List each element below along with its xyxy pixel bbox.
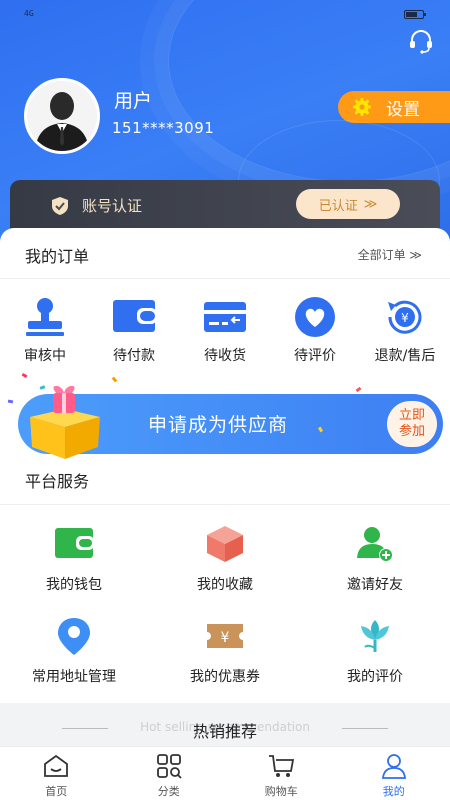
service-coupons[interactable]: ¥ 我的优惠券: [170, 616, 280, 686]
order-status-pending-review[interactable]: 待评价: [275, 296, 355, 365]
verify-label: 账号认证: [82, 197, 143, 215]
service-my-reviews[interactable]: 我的评价: [320, 616, 430, 686]
home-icon: [44, 754, 69, 777]
orders-title: 我的订单: [25, 247, 90, 266]
signal-indicator: 4G: [24, 9, 34, 18]
heart-icon: [295, 297, 335, 337]
service-label: 我的优惠券: [190, 669, 260, 685]
divider: [0, 504, 450, 505]
order-label: 退款/售后: [374, 348, 436, 364]
tab-mine[interactable]: 我的: [338, 747, 450, 800]
confetti: [7, 399, 14, 404]
gear-icon: [353, 98, 371, 116]
shield-icon: [52, 197, 68, 215]
hot-recommendation-header: Hot selling recommendation 热销推荐: [0, 712, 450, 748]
order-label: 待评价: [294, 348, 336, 364]
service-favorites[interactable]: 我的收藏: [170, 524, 280, 594]
service-label: 常用地址管理: [32, 669, 116, 685]
battery-icon: [404, 10, 426, 19]
tab-label: 分类: [157, 785, 180, 798]
stamp-icon: [26, 298, 64, 336]
service-label: 邀请好友: [347, 577, 403, 593]
join-line1: 立即: [398, 408, 425, 423]
join-line2: 参加: [398, 424, 425, 439]
bottom-tab-bar: 首页 分类 购物车 我的: [0, 746, 450, 800]
all-orders-link[interactable]: 全部订单 ≫: [358, 246, 422, 263]
verified-badge[interactable]: 已认证 ≫: [296, 189, 400, 219]
confetti: [21, 372, 28, 379]
tab-home[interactable]: 首页: [0, 747, 113, 800]
coupon-icon: ¥: [207, 624, 243, 648]
double-chevron-icon: ≫: [363, 196, 378, 212]
order-label: 待付款: [113, 348, 155, 364]
service-wallet[interactable]: 我的钱包: [19, 524, 129, 594]
tab-cart[interactable]: 购物车: [225, 747, 338, 800]
service-invite-friends[interactable]: 邀请好友: [320, 524, 430, 594]
order-label: 审核中: [24, 348, 66, 364]
add-friend-icon: [357, 527, 393, 562]
services-title: 平台服务: [25, 472, 90, 491]
tab-label: 购物车: [264, 785, 298, 798]
wallet-icon: [55, 528, 94, 558]
main-card: 我的订单 全部订单 ≫ 审核中 待付款 待收货 待评价 ¥ 退款/售后 申请成为…: [0, 228, 450, 703]
card-receive-icon: [204, 302, 246, 332]
service-label: 我的评价: [347, 669, 403, 685]
svg-text:¥: ¥: [401, 311, 409, 325]
user-silhouette-icon: [27, 81, 97, 151]
order-label: 待收货: [204, 348, 246, 364]
username: 用户: [114, 90, 153, 112]
service-label: 我的钱包: [46, 577, 102, 593]
join-now-button[interactable]: 立即 参加: [387, 401, 437, 447]
settings-label: 设置: [386, 99, 420, 120]
cart-icon: [269, 755, 295, 777]
avatar[interactable]: [24, 78, 100, 154]
order-status-pending-receipt[interactable]: 待收货: [185, 296, 265, 365]
settings-button[interactable]: 设置: [338, 91, 450, 123]
customer-service-icon[interactable]: [408, 28, 434, 54]
banner-text: 申请成为供应商: [148, 414, 289, 436]
phone-number: 151****3091: [112, 119, 215, 137]
confetti: [111, 376, 118, 383]
tab-category[interactable]: 分类: [113, 747, 226, 800]
location-pin-icon: [58, 618, 90, 655]
wallet-icon: [113, 300, 157, 332]
box-icon: [207, 526, 243, 562]
order-status-refund[interactable]: ¥ 退款/售后: [365, 296, 445, 365]
divider: [0, 278, 450, 279]
hot-title: 热销推荐: [192, 722, 257, 741]
flower-icon: [361, 620, 389, 652]
service-address[interactable]: 常用地址管理: [19, 616, 129, 686]
order-status-reviewing[interactable]: 审核中: [5, 296, 85, 365]
service-label: 我的收藏: [197, 577, 253, 593]
refund-icon: ¥: [388, 300, 422, 334]
verified-text: 已认证: [318, 198, 358, 214]
profile-icon: [381, 754, 406, 779]
tab-label: 首页: [45, 785, 68, 798]
tab-label: 我的: [382, 785, 405, 798]
gift-box-icon: [30, 385, 100, 459]
confetti: [355, 386, 362, 393]
order-status-pending-payment[interactable]: 待付款: [94, 296, 174, 365]
category-icon: [156, 754, 182, 779]
svg-text:¥: ¥: [221, 630, 230, 646]
